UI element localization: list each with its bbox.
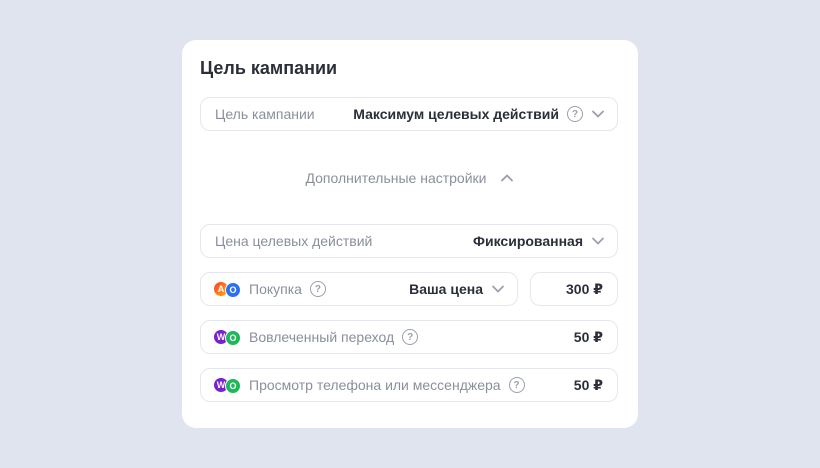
- logo-right-badge: O: [225, 330, 241, 346]
- card-title: Цель кампании: [200, 58, 338, 78]
- phone-amount: 50 ₽: [573, 376, 603, 393]
- purchase-mode-value: Ваша цена: [409, 281, 483, 297]
- ads-logo-icon: W O: [214, 329, 242, 346]
- price-type-label: Цена целевых действий: [215, 233, 373, 249]
- purchase-price-mode-select[interactable]: A O Покупка ? Ваша цена: [200, 272, 518, 306]
- campaign-goal-select[interactable]: Цель кампании Максимум целевых действий …: [200, 97, 618, 131]
- engaged-amount: 50 ₽: [573, 328, 603, 345]
- chevron-down-icon: [592, 237, 604, 245]
- goal-value: Максимум целевых действий: [353, 106, 559, 122]
- price-type-select[interactable]: Цена целевых действий Фиксированная: [200, 224, 618, 258]
- chevron-down-icon: [592, 110, 604, 118]
- purchase-amount-input[interactable]: 300 ₽: [530, 272, 618, 306]
- phone-label: Просмотр телефона или мессенджера: [249, 377, 501, 393]
- purchase-label: Покупка: [249, 281, 302, 297]
- phone-view-input[interactable]: W O Просмотр телефона или мессенджера ? …: [200, 368, 618, 402]
- goal-help-icon[interactable]: ?: [567, 106, 583, 122]
- engaged-label: Вовлеченный переход: [249, 329, 395, 345]
- chevron-down-icon: [492, 285, 504, 293]
- campaign-goal-card: Цель кампании Цель кампании Максимум цел…: [182, 40, 638, 428]
- advanced-settings-label: Дополнительные настройки: [305, 170, 487, 186]
- engaged-transition-input[interactable]: W O Вовлеченный переход ? 50 ₽: [200, 320, 618, 354]
- goal-label: Цель кампании: [215, 106, 315, 122]
- advanced-settings-toggle[interactable]: Дополнительные настройки: [182, 170, 638, 186]
- logo-right-badge: O: [225, 378, 241, 394]
- purchase-amount: 300 ₽: [566, 280, 603, 297]
- price-type-value: Фиксированная: [473, 233, 583, 249]
- ads-logo-icon: W O: [214, 377, 242, 394]
- purchase-help-icon[interactable]: ?: [309, 281, 326, 297]
- logo-right-badge: O: [225, 282, 241, 298]
- chevron-up-icon: [501, 174, 514, 182]
- metrika-logo-icon: A O: [214, 281, 242, 298]
- phone-help-icon[interactable]: ?: [508, 377, 525, 393]
- engaged-help-icon[interactable]: ?: [402, 329, 419, 345]
